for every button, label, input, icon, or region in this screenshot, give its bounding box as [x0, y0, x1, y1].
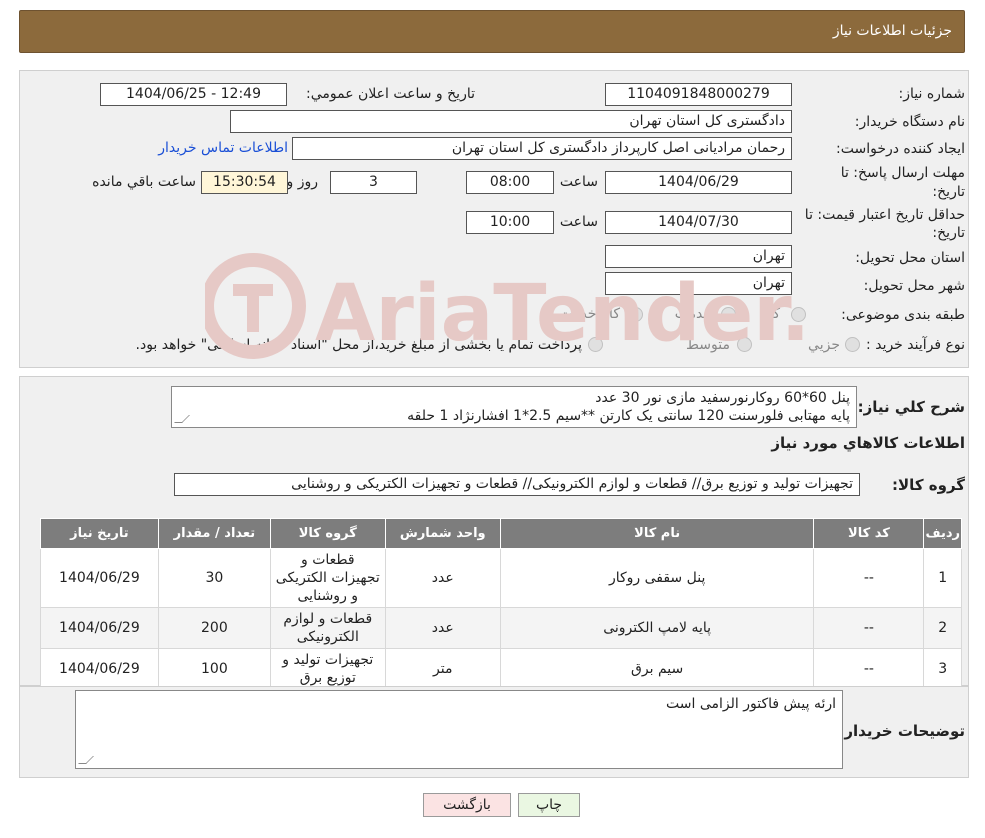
- row-date: 1404/06/29: [40, 648, 159, 690]
- province-label: استان محل تحويل:: [855, 250, 965, 266]
- page-header: جزئیات اطلاعات نیاز: [19, 10, 965, 53]
- row-unit: متر: [384, 648, 501, 690]
- print-button[interactable]: چاپ: [518, 793, 580, 817]
- notes-textarea[interactable]: ارئه پیش فاکتور الزامی است: [75, 690, 843, 769]
- process-label: نوع فرآيند خريد :: [866, 337, 965, 353]
- resize-handle[interactable]: [78, 756, 94, 764]
- row-unit: عدد: [384, 607, 501, 649]
- category-goods-service-label: کالا/خدمت: [559, 306, 620, 322]
- row-date: 1404/06/29: [40, 548, 159, 608]
- deadline-time-label: ساعت: [559, 174, 598, 190]
- validity-time-field: 10:00: [466, 211, 554, 234]
- remaining-time-field: 15:30:54: [201, 171, 288, 194]
- requester-field: رحمان مرادیانی اصل کارپرداز دادگستری کل …: [292, 137, 792, 160]
- process-note-checkbox[interactable]: [588, 337, 603, 352]
- category-label: طبقه بندی موضوعی:: [841, 307, 965, 323]
- row-qty: 100: [157, 648, 272, 690]
- back-button[interactable]: بازگشت: [423, 793, 511, 817]
- summary-textarea[interactable]: پنل 60*60 روکارنورسفید مازی نور 30 عدد پ…: [171, 386, 857, 428]
- deadline-time-field: 08:00: [466, 171, 554, 194]
- items-table-header: رديف کد کالا نام کالا واحد شمارش گروه کا…: [40, 518, 962, 549]
- table-row: 1 -- پنل سقفی روکار عدد قطعات و تجهیزات الکت…: [40, 548, 962, 608]
- deadline-label: مهلت ارسال پاسخ: تا: [840, 165, 965, 181]
- validity-label-2: تاريخ:: [932, 225, 965, 241]
- process-medium-label: متوسط: [686, 337, 730, 353]
- deadline-label-2: تاريخ:: [932, 184, 965, 200]
- requester-label: ايجاد کننده درخواست:: [836, 141, 965, 157]
- goods-group-label: گروه کالا:: [892, 476, 965, 494]
- row-name: پایه لامپ الکترونی: [499, 607, 815, 649]
- items-table-body: 1 -- پنل سقفی روکار عدد قطعات و تجهیزات الکت…: [40, 548, 962, 690]
- validity-time-label: ساعت: [559, 214, 598, 230]
- row-group: قطعات و تجهیزات الکتریکی و روشنایی: [270, 548, 386, 608]
- announce-field: 1404/06/25 - 12:49: [100, 83, 287, 106]
- col-unit: واحد شمارش: [384, 518, 501, 549]
- summary-line-2: پایه مهتابی فلورسنت 120 سانتی یک کارتن *…: [407, 408, 850, 424]
- row-qty: 200: [157, 607, 272, 649]
- goods-group-field: تجهیزات تولید و توزیع برق// قطعات و لواز…: [174, 473, 860, 496]
- remaining-time-label: ساعت باقي مانده: [92, 174, 196, 190]
- summary-line-1: پنل 60*60 روکارنورسفید مازی نور 30 عدد: [595, 390, 850, 406]
- notes-text: ارئه پیش فاکتور الزامی است: [666, 696, 836, 712]
- process-radio-minor[interactable]: [845, 337, 860, 352]
- row-code: --: [813, 648, 925, 690]
- process-note: پرداخت تمام یا بخشی از مبلغ خرید،از محل …: [135, 337, 582, 353]
- category-radio-goods-service[interactable]: [628, 307, 643, 322]
- row-code: --: [813, 607, 925, 649]
- items-table: رديف کد کالا نام کالا واحد شمارش گروه کا…: [40, 518, 962, 690]
- row-name: پنل سقفی روکار: [499, 548, 815, 608]
- row-date: 1404/06/29: [40, 607, 159, 649]
- need-number-label: شماره نیاز:: [898, 86, 966, 102]
- summary-label: شرح کلي نياز:: [857, 398, 965, 416]
- col-name: نام کالا: [499, 518, 815, 549]
- category-service-label: خدمت: [674, 306, 712, 322]
- province-field: تهران: [605, 245, 792, 268]
- buyer-org-label: نام دستگاه خريدار:: [854, 114, 965, 130]
- buyer-org-field: دادگستری کل استان تهران: [230, 110, 792, 133]
- days-label: روز و: [286, 174, 319, 190]
- announce-label: تاریخ و ساعت اعلان عمومي:: [306, 86, 475, 102]
- row-group: قطعات و لوازم الکترونیکی: [270, 607, 386, 649]
- need-number-field: 1104091848000279: [605, 83, 792, 106]
- col-date: تاريخ نياز: [40, 518, 159, 549]
- validity-date-field: 1404/07/30: [605, 211, 792, 234]
- col-group: گروه کالا: [270, 518, 386, 549]
- validity-label: حداقل تاريخ اعتبار قيمت: تا: [804, 207, 965, 223]
- table-row: 3 -- سیم برق متر تجهیزات تولید و توزیع برق 10…: [40, 648, 962, 690]
- page-title: جزئیات اطلاعات نیاز: [832, 23, 952, 39]
- process-radio-medium[interactable]: [737, 337, 752, 352]
- row-index: 1: [923, 548, 962, 608]
- row-group: تجهیزات تولید و توزیع برق: [270, 648, 386, 690]
- notes-label: توضيحات خريدار:: [838, 722, 965, 740]
- col-index: رديف: [923, 518, 962, 549]
- row-name: سیم برق: [499, 648, 815, 690]
- table-row: 2 -- پایه لامپ الکترونی عدد قطعات و لوازم ال…: [40, 607, 962, 649]
- category-goods-label: کالا: [761, 306, 780, 322]
- row-code: --: [813, 548, 925, 608]
- process-minor-label: جزيي: [808, 337, 840, 353]
- row-unit: عدد: [384, 548, 501, 608]
- col-qty: تعداد / مقدار: [157, 518, 272, 549]
- col-code: کد کالا: [813, 518, 925, 549]
- city-field: تهران: [605, 272, 792, 295]
- items-table-wrapper: رديف کد کالا نام کالا واحد شمارش گروه کا…: [40, 518, 962, 690]
- row-index: 2: [923, 607, 962, 649]
- category-radio-service[interactable]: [721, 307, 736, 322]
- goods-info-title: اطلاعات کالاهاي مورد نياز: [771, 434, 965, 452]
- row-qty: 30: [157, 548, 272, 608]
- category-radio-goods[interactable]: [791, 307, 806, 322]
- contact-buyer-link[interactable]: اطلاعات تماس خريدار: [158, 140, 288, 156]
- days-remaining-field: 3: [330, 171, 417, 194]
- deadline-date-field: 1404/06/29: [605, 171, 792, 194]
- city-label: شهر محل تحويل:: [863, 278, 965, 294]
- row-index: 3: [923, 648, 962, 690]
